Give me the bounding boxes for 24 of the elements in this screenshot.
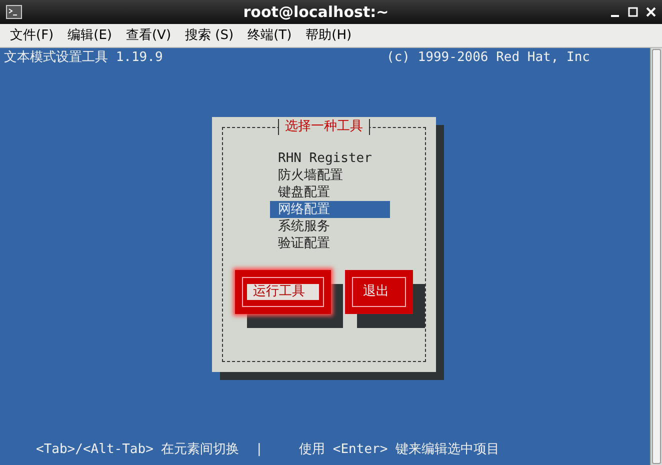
menu-item[interactable]: 查看(V)	[126, 26, 172, 46]
tool-list-item[interactable]: RHN Register	[270, 150, 390, 167]
window-title: root@localhost:~	[243, 2, 389, 23]
dialog-button[interactable]: 运行工具	[235, 270, 331, 314]
menu-item[interactable]: 帮助(H)	[306, 26, 352, 46]
app-version-text: 文本模式设置工具 1.19.9	[4, 49, 163, 68]
maximize-icon[interactable]	[628, 7, 638, 17]
menu-item[interactable]: 文件(F)	[10, 26, 54, 46]
tool-list-item[interactable]: 验证配置	[270, 235, 390, 252]
tool-list-item[interactable]: 防火墙配置	[270, 167, 390, 184]
tool-list-item[interactable]: 网络配置	[270, 201, 390, 218]
tool-list-item[interactable]: 系统服务	[270, 218, 390, 235]
status-hint: <Tab>/<Alt-Tab> 在元素间切换	[36, 441, 240, 460]
terminal-icon	[6, 5, 22, 19]
menu-item[interactable]: 编辑(E)	[68, 26, 112, 46]
menu-item[interactable]: 搜索 (S)	[185, 26, 234, 46]
menu-item[interactable]: 终端(T)	[248, 26, 292, 46]
dialog-title: 选择一种工具	[278, 119, 370, 135]
tool-list-item[interactable]: 键盘配置	[270, 184, 390, 201]
dialog-button[interactable]: 退出	[345, 270, 413, 314]
close-icon[interactable]	[646, 7, 656, 17]
copyright-text: (c) 1999-2006 Red Hat, Inc	[386, 49, 590, 68]
status-hint: 使用 <Enter> 键来编辑选中项目	[299, 441, 500, 460]
status-separator: |	[255, 441, 264, 460]
